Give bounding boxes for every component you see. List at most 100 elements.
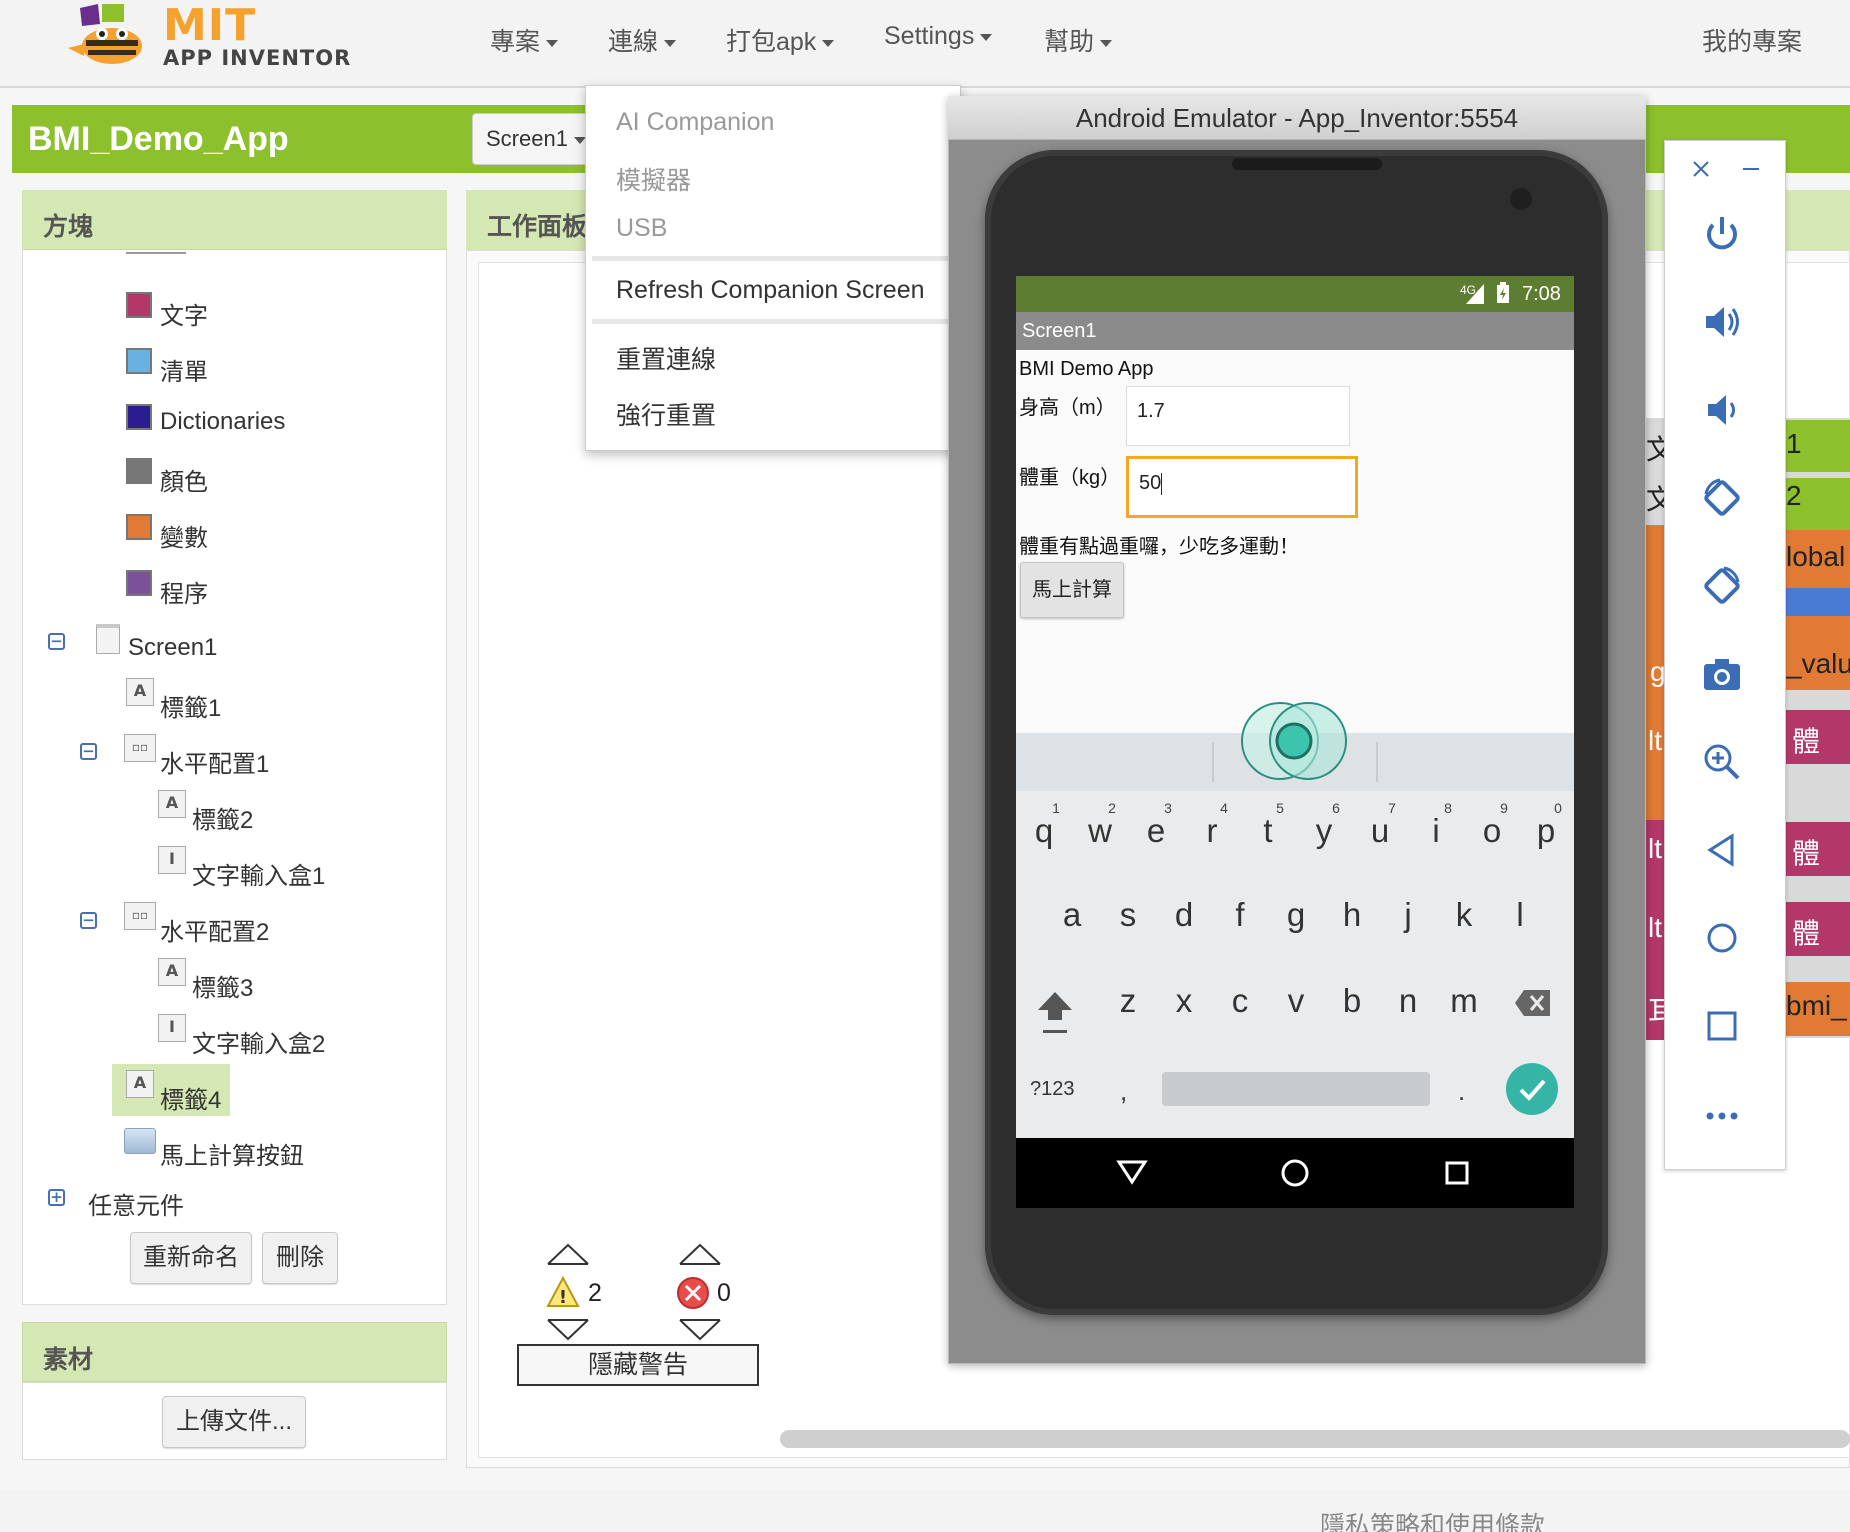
menu-item-reset-connection[interactable]: 重置連線 <box>616 340 716 376</box>
assistant-circles-icon[interactable] <box>1232 700 1356 782</box>
key-f[interactable]: f <box>1220 896 1260 934</box>
home-icon[interactable] <box>1700 916 1744 960</box>
menu-item-usb[interactable]: USB <box>616 214 667 243</box>
close-icon[interactable] <box>1690 158 1712 180</box>
menu-item-ai-companion[interactable]: AI Companion <box>616 108 774 137</box>
collapse-icon[interactable]: − <box>80 743 97 760</box>
symbols-key[interactable]: ?123 <box>1030 1078 1075 1101</box>
menu-item-hard-reset[interactable]: 強行重置 <box>616 396 716 432</box>
key-i[interactable]: i <box>1416 812 1456 850</box>
nav-overview-icon[interactable] <box>1444 1160 1470 1186</box>
key-o[interactable]: o <box>1472 812 1512 850</box>
tree-item-hz2[interactable]: 水平配置2 <box>160 912 269 947</box>
tree-item-screen1[interactable]: Screen1 <box>128 634 217 662</box>
key-a[interactable]: a <box>1052 896 1092 934</box>
key-l[interactable]: l <box>1500 896 1540 934</box>
block-peek-text: 體 <box>1792 726 1821 757</box>
comma-key[interactable]: , <box>1120 1076 1127 1107</box>
tree-item-textbox1[interactable]: 文字輸入盒1 <box>192 856 325 891</box>
rotate-right-icon[interactable] <box>1700 564 1744 608</box>
tree-item-label4[interactable]: 標籤4 <box>160 1080 221 1115</box>
key-n[interactable]: n <box>1388 982 1428 1020</box>
menu-item-refresh-companion[interactable]: Refresh Companion Screen <box>616 276 925 305</box>
menu-project[interactable]: 專案 <box>490 22 559 58</box>
enter-key[interactable] <box>1506 1063 1558 1115</box>
dictionaries-color-swatch <box>126 404 152 430</box>
weight-input[interactable]: 50 <box>1126 456 1358 518</box>
menu-separator <box>592 319 956 324</box>
caret-down-icon <box>822 39 835 47</box>
camera-icon[interactable] <box>1700 652 1744 696</box>
volume-up-icon[interactable] <box>1700 300 1744 344</box>
key-r[interactable]: r <box>1192 812 1232 850</box>
key-u[interactable]: u <box>1360 812 1400 850</box>
key-e[interactable]: e <box>1136 812 1176 850</box>
app-inventor-logo-icon[interactable] <box>68 4 156 72</box>
key-c[interactable]: c <box>1220 982 1260 1020</box>
space-key[interactable] <box>1162 1072 1430 1106</box>
key-v[interactable]: v <box>1276 982 1316 1020</box>
menu-item-emulator[interactable]: 模擬器 <box>616 161 691 197</box>
nav-back-icon[interactable] <box>1116 1158 1148 1186</box>
delete-button[interactable]: 刪除 <box>262 1232 338 1284</box>
volume-down-icon[interactable] <box>1700 388 1744 432</box>
weight-label: 體重（kg） <box>1019 467 1121 489</box>
upload-file-button[interactable]: 上傳文件... <box>162 1396 306 1448</box>
phone-camera <box>1510 188 1532 210</box>
period-key[interactable]: . <box>1458 1076 1465 1107</box>
hide-warnings-button[interactable]: 隱藏警告 <box>517 1344 759 1386</box>
menu-connect[interactable]: 連線 <box>608 22 677 58</box>
nav-home-icon[interactable] <box>1280 1158 1310 1188</box>
key-t[interactable]: t <box>1248 812 1288 850</box>
rename-button[interactable]: 重新命名 <box>130 1232 252 1284</box>
menu-settings[interactable]: Settings <box>884 22 993 51</box>
privacy-link[interactable]: 隱私策略和使用條款 <box>1320 1506 1545 1532</box>
key-p[interactable]: p <box>1526 812 1566 850</box>
menu-help[interactable]: 幫助 <box>1044 22 1113 58</box>
rotate-left-icon[interactable] <box>1700 476 1744 520</box>
height-input[interactable]: 1.7 <box>1126 386 1350 446</box>
expand-icon[interactable]: + <box>48 1189 65 1206</box>
error-prev-arrow-icon[interactable] <box>678 1242 722 1266</box>
key-s[interactable]: s <box>1108 896 1148 934</box>
minimize-icon[interactable] <box>1740 158 1762 180</box>
tree-item-label2[interactable]: 標籤2 <box>192 800 253 835</box>
menu-build[interactable]: 打包apk <box>726 22 835 58</box>
key-h[interactable]: h <box>1332 896 1372 934</box>
error-next-arrow-icon[interactable] <box>678 1318 722 1342</box>
key-m[interactable]: m <box>1444 982 1484 1020</box>
label-icon: A <box>126 1070 154 1098</box>
key-b[interactable]: b <box>1332 982 1372 1020</box>
calculate-button[interactable]: 馬上計算 <box>1020 562 1124 618</box>
collapse-icon[interactable]: − <box>80 912 97 929</box>
key-w[interactable]: w <box>1080 812 1120 850</box>
app-title-bar <box>1016 312 1574 350</box>
tree-item-button[interactable]: 馬上計算按鈕 <box>160 1136 304 1171</box>
key-g[interactable]: g <box>1276 896 1316 934</box>
tree-item-textbox2[interactable]: 文字輸入盒2 <box>192 1024 325 1059</box>
tree-item-label3[interactable]: 標籤3 <box>192 968 253 1003</box>
shift-key-icon[interactable] <box>1036 988 1074 1036</box>
key-k[interactable]: k <box>1444 896 1484 934</box>
back-icon[interactable] <box>1700 828 1744 872</box>
horizontal-scrollbar[interactable] <box>780 1430 1850 1448</box>
screen-select[interactable]: Screen1 <box>472 113 592 165</box>
key-q[interactable]: q <box>1024 812 1064 850</box>
key-z[interactable]: z <box>1108 982 1148 1020</box>
more-icon[interactable] <box>1700 1092 1744 1136</box>
power-icon[interactable] <box>1700 212 1744 256</box>
overview-icon[interactable] <box>1700 1004 1744 1048</box>
key-y[interactable]: y <box>1304 812 1344 850</box>
key-x[interactable]: x <box>1164 982 1204 1020</box>
tree-item-any-component[interactable]: 任意元件 <box>88 1186 184 1221</box>
warning-next-arrow-icon[interactable] <box>546 1318 590 1342</box>
tree-item-label1[interactable]: 標籤1 <box>160 688 221 723</box>
zoom-icon[interactable] <box>1700 740 1744 784</box>
my-projects-link[interactable]: 我的專案 <box>1702 22 1802 58</box>
warning-prev-arrow-icon[interactable] <box>546 1242 590 1266</box>
tree-item-hz1[interactable]: 水平配置1 <box>160 744 269 779</box>
collapse-icon[interactable]: − <box>48 633 65 650</box>
key-d[interactable]: d <box>1164 896 1204 934</box>
backspace-key-icon[interactable] <box>1514 988 1552 1018</box>
key-j[interactable]: j <box>1388 896 1428 934</box>
